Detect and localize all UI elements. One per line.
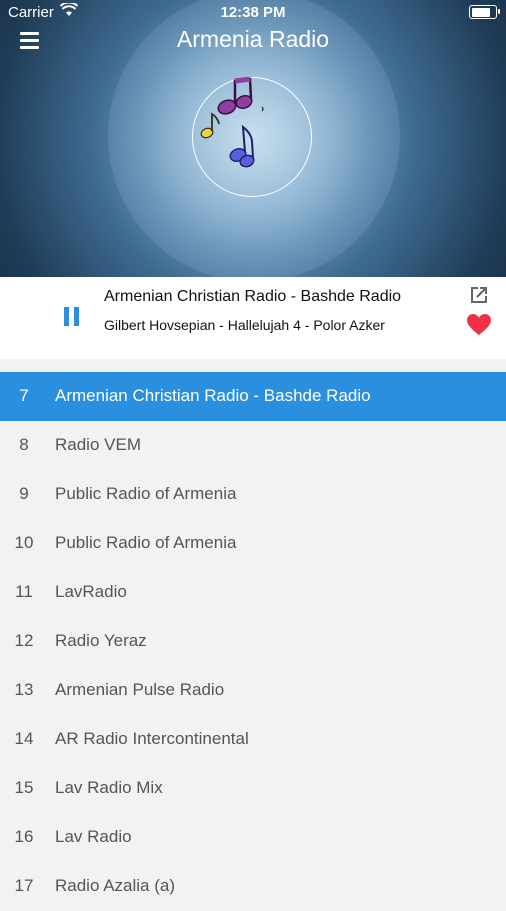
station-name: Public Radio of Armenia	[55, 484, 237, 503]
station-name: LavRadio	[55, 582, 127, 601]
status-bar: Carrier 12:38 PM	[0, 0, 506, 26]
page-title: Armenia Radio	[176, 26, 330, 52]
station-list-item[interactable]: 7 Armenian Christian Radio - Bashde Radio	[0, 372, 506, 421]
station-logo	[192, 76, 312, 197]
station-number: 13	[14, 680, 34, 699]
station-number: 7	[19, 386, 29, 405]
station-list-item[interactable]: 8 Radio VEM	[0, 421, 506, 470]
station-name: Lav Radio	[55, 827, 132, 846]
station-name: Public Radio of Armenia	[55, 533, 237, 552]
status-time: 12:38 PM	[220, 4, 286, 21]
station-number: 15	[14, 778, 34, 797]
station-name: Radio Azalia (a)	[55, 876, 176, 895]
pause-button[interactable]	[64, 307, 82, 327]
station-name: Radio Yeraz	[55, 631, 147, 650]
station-list: 7 Armenian Christian Radio - Bashde Radio…	[0, 372, 506, 911]
station-number: 8	[19, 435, 29, 454]
station-number: 12	[14, 631, 34, 650]
station-list-item[interactable]: 10 Public Radio of Armenia	[0, 519, 506, 568]
header-banner: Carrier 12:38 PM Armenia Radio	[0, 0, 506, 277]
station-number: 11	[15, 582, 33, 601]
heart-icon[interactable]	[466, 313, 492, 337]
now-playing-panel: Armenian Christian Radio - Bashde Radio …	[0, 277, 506, 359]
station-number: 16	[14, 827, 34, 846]
station-name: Armenian Christian Radio - Bashde Radio	[55, 386, 371, 405]
station-name: Radio VEM	[55, 435, 141, 454]
station-list-item[interactable]: 16 Lav Radio	[0, 813, 506, 862]
pause-icon	[64, 307, 69, 326]
station-list-item[interactable]: 9 Public Radio of Armenia	[0, 470, 506, 519]
station-number: 17	[14, 876, 34, 895]
station-name: AR Radio Intercontinental	[55, 729, 249, 748]
share-external-icon[interactable]	[470, 286, 488, 304]
station-list-item[interactable]: 14 AR Radio Intercontinental	[0, 715, 506, 764]
station-list-item[interactable]: 13 Armenian Pulse Radio	[0, 666, 506, 715]
station-name: Lav Radio Mix	[55, 778, 163, 797]
station-list-item[interactable]: 15 Lav Radio Mix	[0, 764, 506, 813]
station-number: 10	[14, 533, 34, 552]
battery-level	[471, 7, 490, 17]
station-list-item[interactable]: 12 Radio Yeraz	[0, 617, 506, 666]
station-number: 9	[19, 484, 29, 503]
battery-icon	[469, 5, 500, 19]
station-list-item[interactable]: 11 LavRadio	[0, 568, 506, 617]
station-number: 14	[14, 729, 34, 748]
now-playing-track: Gilbert Hovsepian - Hallelujah 4 - Polor…	[104, 317, 385, 333]
station-name: Armenian Pulse Radio	[55, 680, 225, 699]
station-list-item[interactable]: 17 Radio Azalia (a)	[0, 862, 506, 911]
music-notes-icon	[200, 76, 264, 167]
now-playing-station: Armenian Christian Radio - Bashde Radio	[104, 288, 402, 305]
